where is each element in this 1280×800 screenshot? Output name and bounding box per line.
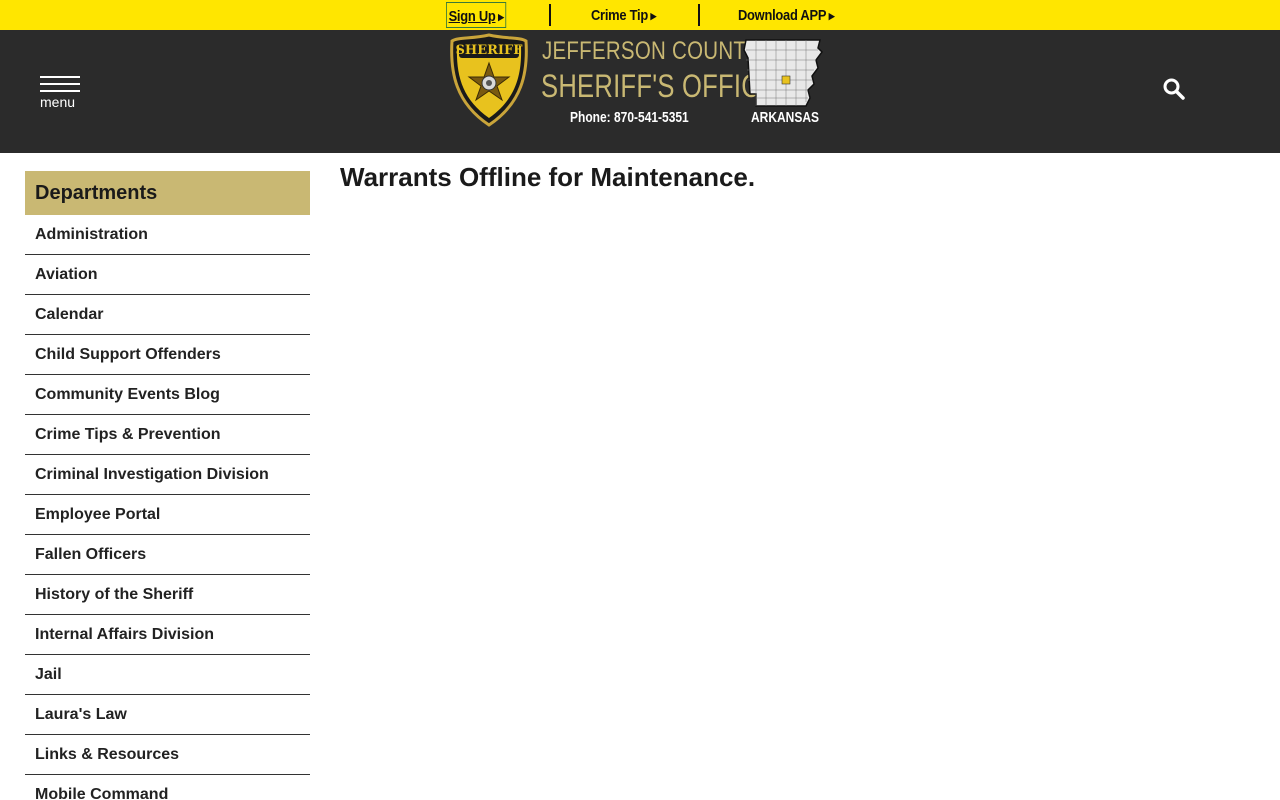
sidebar-item-administration[interactable]: Administration [25,215,310,255]
sidebar-item-crime-tips-prevention[interactable]: Crime Tips & Prevention [25,415,310,455]
triangle-right-icon: ▶ [828,11,835,21]
sidebar-item-history-of-the-sheriff[interactable]: History of the Sheriff [25,575,310,615]
site-header: menu SHERIFF JEFFERSON COUNTY SHERIFF'S … [0,30,1280,153]
sidebar-item-links-resources[interactable]: Links & Resources [25,735,310,775]
download-app-link[interactable]: Download APP ▶ [738,0,835,30]
state-label: ARKANSAS [751,109,820,126]
sidebar-item-fallen-officers[interactable]: Fallen Officers [25,535,310,575]
sidebar-item-aviation[interactable]: Aviation [25,255,310,295]
sidebar-item-employee-portal[interactable]: Employee Portal [25,495,310,535]
hamburger-icon-line [40,83,80,85]
menu-label: menu [40,94,76,110]
triangle-right-icon: ▶ [498,12,504,22]
sidebar-item-jail[interactable]: Jail [25,655,310,695]
hamburger-icon-line [40,90,80,92]
departments-sidebar: Departments Administration Aviation Cale… [25,171,310,800]
sign-up-link[interactable]: Sign Up ▶ [446,2,507,28]
sidebar-item-child-support-offenders[interactable]: Child Support Offenders [25,335,310,375]
crime-tip-link[interactable]: Crime Tip ▶ [591,0,656,30]
download-app-label: Download APP [738,7,827,24]
sidebar-item-community-events-blog[interactable]: Community Events Blog [25,375,310,415]
badge-text: SHERIFF [456,43,524,58]
hamburger-icon [40,76,80,78]
divider [698,4,700,26]
top-link-bar: Sign Up ▶ Crime Tip ▶ Download APP ▶ [0,0,1280,30]
crime-tip-label: Crime Tip [591,7,648,24]
site-title-line1: JEFFERSON COUNTY [542,37,761,65]
sidebar-item-lauras-law[interactable]: Laura's Law [25,695,310,735]
page-title: Warrants Offline for Maintenance. [340,162,756,192]
sign-up-label: Sign Up [448,8,496,25]
search-icon[interactable] [1162,77,1186,101]
departments-list: Administration Aviation Calendar Child S… [25,215,310,800]
sidebar-heading: Departments [25,171,310,215]
sheriff-badge-logo[interactable]: SHERIFF [448,33,530,128]
divider [549,4,551,26]
arkansas-map-icon [743,39,823,107]
sidebar-item-calendar[interactable]: Calendar [25,295,310,335]
triangle-right-icon: ▶ [650,11,657,21]
phone-number: Phone: 870-541-5351 [570,109,689,126]
sidebar-item-mobile-command[interactable]: Mobile Command [25,775,310,800]
sidebar-item-criminal-investigation-division[interactable]: Criminal Investigation Division [25,455,310,495]
sidebar-item-internal-affairs-division[interactable]: Internal Affairs Division [25,615,310,655]
menu-button[interactable]: menu [40,76,82,114]
